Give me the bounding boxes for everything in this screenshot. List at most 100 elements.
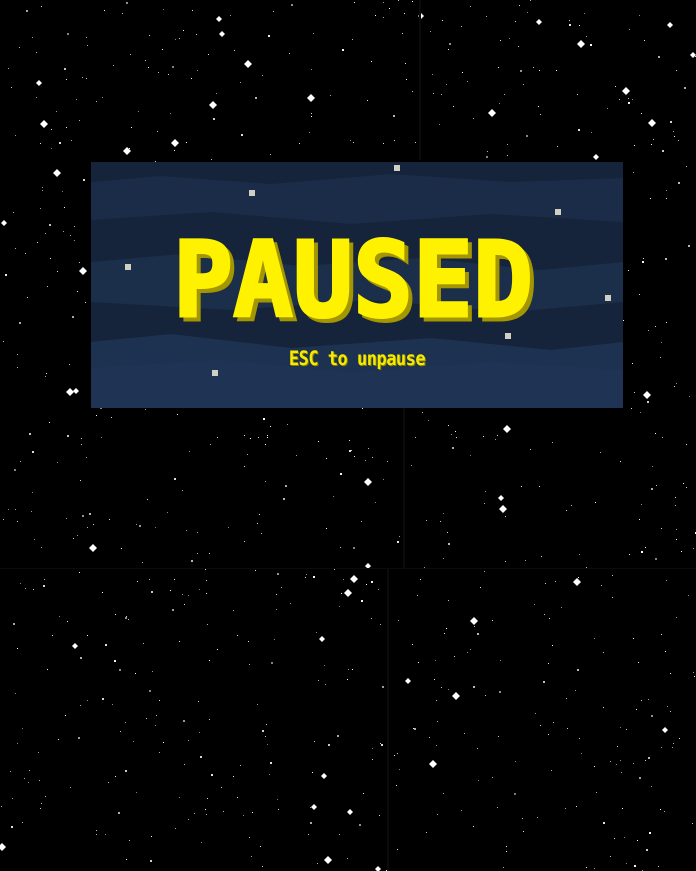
star <box>221 787 222 788</box>
star <box>168 74 169 75</box>
star <box>70 235 71 236</box>
star <box>15 135 16 136</box>
star <box>244 466 245 467</box>
star <box>27 297 28 298</box>
star <box>473 826 474 827</box>
star <box>305 577 306 578</box>
star <box>151 836 152 837</box>
star <box>454 656 455 657</box>
dust-particle <box>394 165 400 171</box>
star <box>670 673 671 674</box>
star <box>11 826 13 828</box>
star <box>676 539 677 540</box>
star <box>191 560 193 562</box>
star <box>641 551 643 553</box>
star <box>506 851 507 852</box>
star <box>686 444 687 445</box>
star <box>467 81 468 82</box>
star <box>350 140 351 141</box>
star <box>552 442 553 443</box>
star <box>632 363 633 364</box>
star <box>367 100 368 101</box>
star <box>578 577 579 578</box>
star <box>147 499 148 500</box>
star <box>244 541 245 542</box>
star <box>252 812 253 813</box>
star <box>77 535 78 536</box>
star <box>448 425 449 426</box>
star <box>186 142 187 143</box>
star <box>667 706 668 707</box>
star <box>670 711 671 712</box>
star <box>170 590 171 591</box>
star <box>263 418 265 420</box>
dust-particle <box>249 190 255 196</box>
star <box>398 0 399 1</box>
star <box>49 422 50 423</box>
star <box>312 772 313 773</box>
star <box>412 644 413 645</box>
star <box>267 744 268 745</box>
bright-star <box>350 575 358 583</box>
star <box>500 660 501 661</box>
star <box>688 595 689 596</box>
bright-star <box>593 154 599 160</box>
star <box>101 437 102 438</box>
star <box>208 54 209 55</box>
star <box>610 761 611 762</box>
star <box>313 576 315 578</box>
star <box>86 78 87 79</box>
star <box>77 291 78 292</box>
star <box>306 574 307 575</box>
star <box>452 447 454 449</box>
star <box>486 16 487 17</box>
star <box>371 618 372 619</box>
star <box>188 819 189 820</box>
star <box>26 10 28 12</box>
star <box>412 1 413 2</box>
star <box>620 760 621 761</box>
star <box>183 720 185 722</box>
star <box>64 68 66 70</box>
star <box>343 579 344 580</box>
background-seam <box>403 408 405 568</box>
star <box>514 793 516 795</box>
star <box>676 70 677 71</box>
star <box>645 760 646 761</box>
star <box>434 679 435 680</box>
star <box>521 486 522 487</box>
bright-star <box>72 643 78 649</box>
star <box>41 803 42 804</box>
star <box>413 728 414 729</box>
star <box>120 731 121 732</box>
star <box>639 519 640 520</box>
star <box>566 510 567 511</box>
star <box>205 809 206 810</box>
pause-overlay-panel: PAUSED PAUSED ESC to unpause <box>91 162 623 408</box>
star <box>109 519 110 520</box>
star <box>184 604 185 605</box>
star <box>655 433 656 434</box>
star <box>520 70 522 72</box>
star <box>8 68 9 69</box>
bright-star <box>344 589 352 597</box>
star <box>678 140 679 141</box>
star <box>143 643 144 644</box>
star <box>443 558 444 559</box>
star <box>8 509 9 510</box>
star <box>223 811 224 812</box>
star <box>211 774 213 776</box>
bright-star <box>244 60 252 68</box>
star <box>412 91 413 92</box>
bright-star <box>536 19 542 25</box>
star <box>3 519 4 520</box>
star <box>620 461 621 462</box>
star <box>436 745 437 746</box>
star <box>381 744 383 746</box>
star <box>40 208 41 209</box>
star <box>257 704 258 705</box>
star <box>389 8 390 9</box>
star <box>66 79 67 80</box>
star <box>624 837 625 838</box>
star <box>484 571 485 572</box>
